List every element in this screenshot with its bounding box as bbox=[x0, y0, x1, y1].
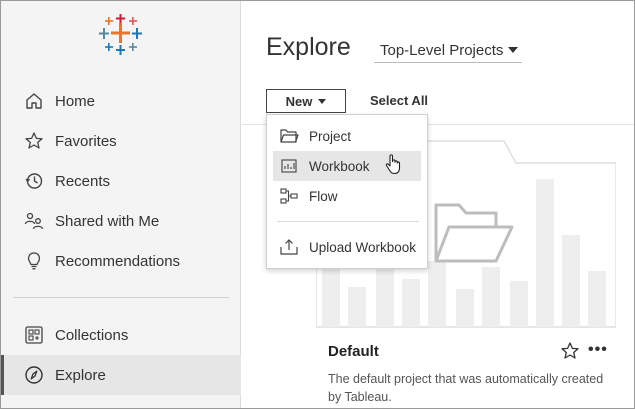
hand-cursor-icon bbox=[385, 154, 401, 175]
more-actions-icon[interactable]: ••• bbox=[588, 341, 608, 359]
star-icon bbox=[23, 130, 45, 152]
sidebar-item-label: Explore bbox=[55, 366, 106, 384]
sidebar-item-explore[interactable]: Explore bbox=[1, 355, 241, 395]
sidebar-item-favorites[interactable]: Favorites bbox=[1, 121, 241, 161]
sidebar-item-label: Collections bbox=[55, 326, 129, 344]
secondary-nav: Collections Explore bbox=[1, 315, 241, 395]
caret-down-icon bbox=[318, 98, 327, 104]
menu-item-label: Workbook bbox=[309, 158, 370, 174]
sidebar-item-label: Shared with Me bbox=[55, 212, 160, 230]
sidebar-item-recommendations[interactable]: Recommendations bbox=[1, 241, 241, 281]
favorite-star-icon[interactable] bbox=[560, 341, 580, 361]
clock-icon bbox=[23, 170, 45, 192]
project-title[interactable]: Default bbox=[328, 343, 379, 360]
select-all-button[interactable]: Select All bbox=[370, 93, 428, 108]
menu-item-label: Flow bbox=[309, 188, 338, 204]
sidebar-divider bbox=[13, 297, 229, 298]
new-dropdown-menu: Project Workbook Flow Upload Workbook bbox=[266, 114, 428, 269]
primary-nav: Home Favorites Recents Shared with Me Re… bbox=[1, 81, 241, 281]
sidebar-item-label: Favorites bbox=[55, 132, 117, 150]
sidebar-item-recents[interactable]: Recents bbox=[1, 161, 241, 201]
flow-icon bbox=[279, 187, 299, 205]
sidebar: Home Favorites Recents Shared with Me Re… bbox=[1, 1, 241, 408]
scope-select[interactable]: Top-Level Projects bbox=[374, 39, 522, 63]
project-description: The default project that was automatical… bbox=[328, 372, 604, 404]
upload-icon bbox=[279, 238, 299, 256]
lightbulb-icon bbox=[23, 250, 45, 272]
collections-icon bbox=[23, 324, 45, 346]
tableau-logo-icon[interactable] bbox=[97, 13, 145, 57]
folder-icon bbox=[279, 127, 299, 145]
shared-users-icon bbox=[23, 210, 45, 232]
new-button-label: New bbox=[285, 93, 313, 109]
menu-item-flow[interactable]: Flow bbox=[273, 181, 421, 211]
menu-item-label: Upload Workbook bbox=[309, 239, 417, 255]
chevron-down-icon bbox=[508, 47, 518, 53]
menu-divider bbox=[277, 221, 419, 222]
home-icon bbox=[23, 90, 45, 112]
sidebar-item-label: Home bbox=[55, 92, 96, 110]
sidebar-item-shared-with-me[interactable]: Shared with Me bbox=[1, 201, 241, 241]
new-button[interactable]: New bbox=[266, 89, 346, 113]
sidebar-item-home[interactable]: Home bbox=[1, 81, 241, 121]
page-title: Explore bbox=[266, 33, 351, 61]
menu-item-upload-workbook[interactable]: Upload Workbook bbox=[273, 232, 421, 262]
scope-select-value: Top-Level Projects bbox=[380, 42, 504, 59]
app-window: Home Favorites Recents Shared with Me Re… bbox=[0, 0, 635, 409]
compass-icon bbox=[23, 364, 45, 386]
sidebar-item-label: Recents bbox=[55, 172, 111, 190]
sidebar-item-label: Recommendations bbox=[55, 252, 181, 270]
menu-item-label: Project bbox=[309, 128, 352, 144]
sidebar-item-collections[interactable]: Collections bbox=[1, 315, 241, 355]
menu-item-project[interactable]: Project bbox=[273, 121, 421, 151]
workbook-icon bbox=[279, 157, 299, 175]
